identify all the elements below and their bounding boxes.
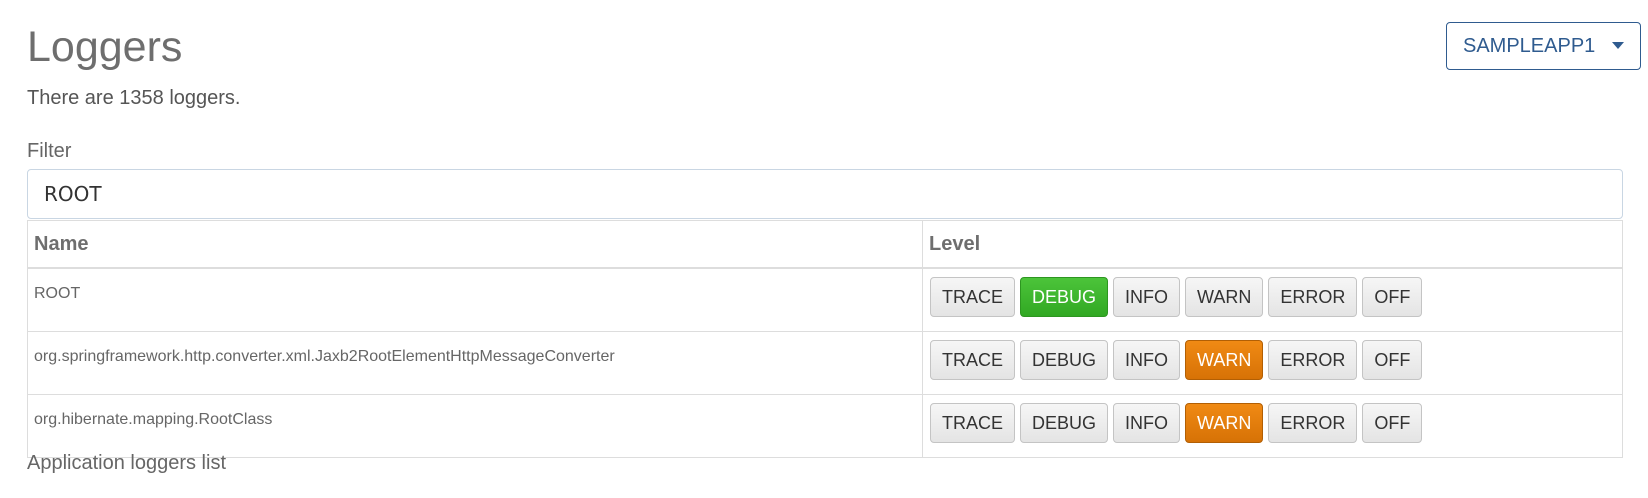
level-button-trace[interactable]: TRACE — [930, 403, 1016, 443]
logger-level-cell: TRACE DEBUG INFO WARN ERROR OFF — [922, 331, 1623, 395]
level-button-warn[interactable]: WARN — [1185, 403, 1264, 443]
level-button-error[interactable]: ERROR — [1268, 403, 1358, 443]
logger-level-cell: TRACE DEBUG INFO WARN ERROR OFF — [922, 394, 1623, 458]
chevron-down-icon — [1612, 42, 1624, 49]
table-header-row: Name Level — [27, 220, 1623, 269]
level-button-group: TRACE DEBUG INFO WARN ERROR OFF — [930, 403, 1616, 443]
level-button-info[interactable]: INFO — [1113, 403, 1181, 443]
level-button-off[interactable]: OFF — [1362, 403, 1423, 443]
filter-label: Filter — [27, 140, 72, 162]
column-header-name: Name — [27, 220, 923, 269]
level-button-off[interactable]: OFF — [1362, 277, 1423, 317]
logger-name: org.springframework.http.converter.xml.J… — [27, 331, 923, 395]
level-button-error[interactable]: ERROR — [1268, 277, 1358, 317]
level-button-group: TRACE DEBUG INFO WARN ERROR OFF — [930, 340, 1616, 380]
filter-input[interactable] — [27, 169, 1623, 219]
table-row: ROOT TRACE DEBUG INFO WARN ERROR OFF — [27, 267, 1623, 332]
logger-level-cell: TRACE DEBUG INFO WARN ERROR OFF — [922, 267, 1623, 332]
level-button-error[interactable]: ERROR — [1268, 340, 1358, 380]
level-button-debug[interactable]: DEBUG — [1020, 277, 1109, 317]
logger-count-text: There are 1358 loggers. — [27, 87, 241, 109]
level-button-debug[interactable]: DEBUG — [1020, 340, 1109, 380]
level-button-off[interactable]: OFF — [1362, 340, 1423, 380]
level-button-trace[interactable]: TRACE — [930, 277, 1016, 317]
logger-name: org.hibernate.mapping.RootClass — [27, 394, 923, 458]
level-button-debug[interactable]: DEBUG — [1020, 403, 1109, 443]
level-button-trace[interactable]: TRACE — [930, 340, 1016, 380]
app-selector-dropdown[interactable]: SAMPLEAPP1 — [1446, 22, 1641, 70]
level-button-warn[interactable]: WARN — [1185, 340, 1264, 380]
app-selector-label: SAMPLEAPP1 — [1463, 34, 1596, 57]
level-button-group: TRACE DEBUG INFO WARN ERROR OFF — [930, 277, 1616, 317]
loggers-table: Name Level ROOT TRACE DEBUG INFO WARN ERROR OF… — [27, 220, 1623, 458]
application-loggers-list-title: Application loggers list — [27, 452, 226, 474]
table-row: org.springframework.http.converter.xml.J… — [27, 331, 1623, 395]
column-header-level: Level — [922, 220, 1623, 269]
page-title: Loggers — [27, 23, 183, 71]
level-button-info[interactable]: INFO — [1113, 277, 1181, 317]
level-button-warn[interactable]: WARN — [1185, 277, 1264, 317]
level-button-info[interactable]: INFO — [1113, 340, 1181, 380]
logger-name: ROOT — [27, 267, 923, 332]
table-row: org.hibernate.mapping.RootClass TRACE DEBU… — [27, 394, 1623, 458]
